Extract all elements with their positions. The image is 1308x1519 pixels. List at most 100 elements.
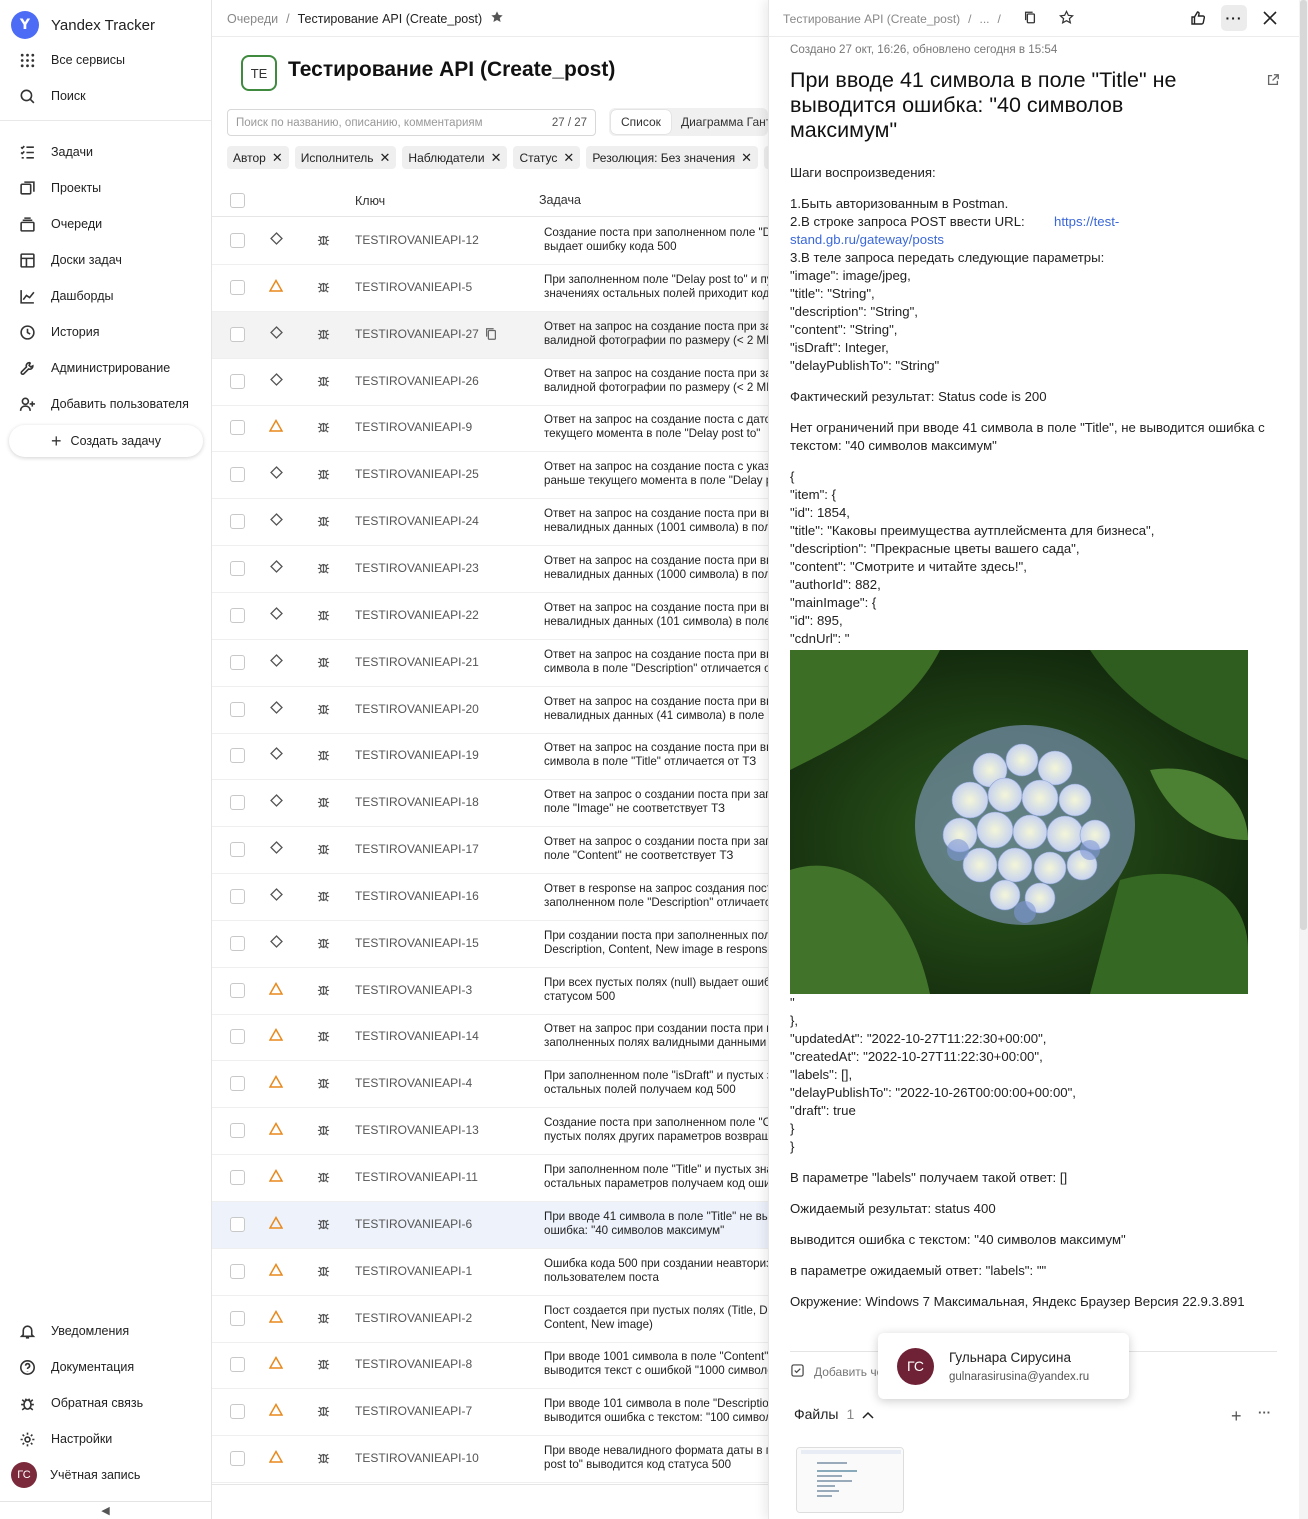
issue-summary[interactable]: При заполненном поле "Delay post to" и п… (544, 273, 768, 301)
issue-key[interactable]: TESTIROVANIEAPI-19 (355, 748, 479, 762)
row-checkbox[interactable] (230, 795, 245, 811)
row-checkbox[interactable] (230, 1123, 245, 1139)
issue-key[interactable]: TESTIROVANIEAPI-13 (355, 1123, 479, 1137)
issue-key[interactable]: TESTIROVANIEAPI-4 (355, 1076, 472, 1090)
issue-key[interactable]: TESTIROVANIEAPI-21 (355, 655, 479, 669)
issue-summary[interactable]: Ответ в response на запрос создания пост… (544, 882, 768, 910)
table-row[interactable]: TESTIROVANIEAPI-8 При вводе 1001 символа … (212, 1342, 768, 1390)
issue-key[interactable]: TESTIROVANIEAPI-1 (355, 1264, 472, 1278)
row-checkbox[interactable] (230, 560, 245, 576)
add-checklist-button[interactable]: Добавить че (791, 1364, 883, 1380)
issue-summary[interactable]: Пост создается при пустых полях (Title, … (544, 1304, 768, 1332)
issue-summary[interactable]: Ответ на запрос на создание поста при вв… (544, 601, 768, 629)
issue-summary[interactable]: Ответ на запрос о создании поста при за п… (544, 835, 768, 863)
table-row[interactable]: TESTIROVANIEAPI-17 Ответ на запрос о созд… (212, 827, 768, 875)
filter-assignee[interactable]: Исполнитель ✕ (294, 146, 397, 169)
row-checkbox[interactable] (230, 748, 245, 764)
table-row[interactable]: TESTIROVANIEAPI-5 При заполненном поле "D… (212, 265, 768, 312)
issue-summary[interactable]: Ответ на запрос при создании поста при в… (544, 1022, 768, 1050)
row-checkbox[interactable] (230, 1170, 245, 1185)
issue-summary[interactable]: Ответ на запрос на создание поста при вв… (544, 648, 768, 676)
issue-key[interactable]: TESTIROVANIEAPI-15 (355, 936, 479, 950)
row-checkbox[interactable] (230, 326, 245, 342)
user-email[interactable]: gulnarasirusina@yandex.ru (949, 1371, 1089, 1383)
sidebar-item-boards[interactable]: Доски задач (0, 242, 211, 278)
issue-key[interactable]: TESTIROVANIEAPI-22 (355, 608, 479, 622)
row-checkbox[interactable] (230, 982, 245, 998)
table-row[interactable]: TESTIROVANIEAPI-20 Ответ на запрос на соз… (212, 687, 768, 734)
table-row[interactable]: TESTIROVANIEAPI-23 Ответ на запрос на соз… (212, 546, 768, 593)
issue-key[interactable]: TESTIROVANIEAPI-18 (355, 795, 479, 809)
brand[interactable]: Y Yandex Tracker (11, 11, 155, 39)
sidebar-item-all-services[interactable]: Все сервисы (0, 42, 211, 78)
add-file-plus-icon[interactable]: + (1231, 1406, 1242, 1427)
collapse-sidebar-button[interactable]: ◀ (0, 1501, 211, 1519)
row-checkbox[interactable] (230, 1404, 245, 1420)
sidebar-item-queues[interactable]: Очереди (0, 206, 211, 242)
row-checkbox[interactable] (230, 607, 245, 623)
table-row[interactable]: TESTIROVANIEAPI-2 Пост создается при пуст… (212, 1296, 768, 1343)
copy-icon[interactable] (1023, 10, 1037, 28)
row-checkbox[interactable] (230, 279, 245, 295)
row-checkbox[interactable] (230, 888, 245, 904)
close-icon[interactable]: ✕ (741, 150, 752, 166)
row-checkbox[interactable] (230, 701, 245, 717)
issue-summary[interactable]: Ответ на запрос на создание поста при вв… (544, 695, 768, 723)
issue-key[interactable]: TESTIROVANIEAPI-12 (355, 233, 479, 247)
close-panel-button[interactable] (1257, 5, 1283, 31)
issue-key[interactable]: TESTIROVANIEAPI-6 (355, 1217, 472, 1231)
table-row[interactable]: TESTIROVANIEAPI-22 Ответ на запрос на соз… (212, 593, 768, 640)
issue-key[interactable]: TESTIROVANIEAPI-14 (355, 1029, 479, 1043)
close-icon[interactable]: ✕ (491, 150, 502, 166)
more-actions-button[interactable]: ··· (1221, 5, 1247, 31)
table-row[interactable]: TESTIROVANIEAPI-11 При заполненном поле "… (212, 1155, 768, 1202)
scrollbar-thumb[interactable] (1300, 0, 1307, 930)
files-section-toggle[interactable]: Файлы 1 (794, 1406, 874, 1422)
table-row[interactable]: TESTIROVANIEAPI-24 Ответ на запрос на соз… (212, 499, 768, 547)
table-row[interactable]: TESTIROVANIEAPI-19 Ответ на запрос на соз… (212, 733, 768, 781)
column-key[interactable]: Ключ (355, 194, 385, 208)
sidebar-item-add-user[interactable]: Добавить пользователя (0, 386, 211, 422)
issue-summary[interactable]: Ответ на запрос на создание поста при за… (544, 367, 768, 395)
sidebar-item-administration[interactable]: Администрирование (0, 350, 211, 386)
issue-key[interactable]: TESTIROVANIEAPI-7 (355, 1404, 472, 1418)
issue-summary[interactable]: При заполненном поле "Title" и пустых зн… (544, 1163, 768, 1191)
issue-key[interactable]: TESTIROVANIEAPI-8 (355, 1357, 472, 1371)
breadcrumb-current[interactable]: Тестирование API (Create_post) (298, 12, 483, 26)
sidebar-item-search[interactable]: Поиск (0, 78, 211, 114)
issue-key[interactable]: TESTIROVANIEAPI-24 (355, 514, 479, 528)
filter-resolution[interactable]: Резолюция: Без значения ✕ (586, 146, 759, 169)
issue-key[interactable]: TESTIROVANIEAPI-11 (355, 1170, 478, 1184)
sidebar-item-projects[interactable]: Проекты (0, 170, 211, 206)
like-button[interactable] (1185, 5, 1211, 31)
row-checkbox[interactable] (230, 1076, 245, 1092)
sidebar-item-dashboards[interactable]: Дашборды (0, 278, 211, 314)
hydrangea-image[interactable] (790, 650, 1248, 994)
issue-summary[interactable]: Создание поста при заполненном поле "Con… (544, 1116, 768, 1144)
panel-scrollbar[interactable] (1299, 0, 1308, 1519)
issue-summary[interactable]: Ответ на запрос о создании поста при за п… (544, 788, 768, 816)
sidebar-item-feedback[interactable]: Обратная связь (0, 1385, 211, 1421)
sidebar-item-settings[interactable]: Настройки (0, 1421, 211, 1457)
file-attachment-thumbnail[interactable] (796, 1447, 904, 1513)
tab-list[interactable]: Список (611, 110, 671, 134)
row-checkbox[interactable] (230, 420, 245, 436)
issue-summary[interactable]: Ответ на запрос на создание поста при вв… (544, 507, 768, 535)
issue-summary[interactable]: При вводе 1001 символа в поле "Content" … (544, 1350, 768, 1378)
close-icon[interactable]: ✕ (563, 150, 574, 166)
issue-key[interactable]: TESTIROVANIEAPI-10 (355, 1451, 479, 1465)
table-row[interactable]: TESTIROVANIEAPI-1 Ошибка кода 500 при соз… (212, 1249, 768, 1296)
search-input[interactable]: Поиск по названию, описанию, комментария… (227, 109, 596, 136)
table-row[interactable]: TESTIROVANIEAPI-13 Создание поста при зап… (212, 1108, 768, 1156)
row-checkbox[interactable] (230, 654, 245, 670)
issue-key[interactable]: TESTIROVANIEAPI-5 (355, 280, 472, 294)
issue-summary[interactable]: Создание поста при заполненном поле "Des… (544, 226, 768, 254)
row-checkbox[interactable] (230, 1263, 245, 1279)
table-row[interactable]: TESTIROVANIEAPI-14 Ответ на запрос при со… (212, 1014, 768, 1062)
issue-key[interactable]: TESTIROVANIEAPI-25 (355, 467, 479, 481)
table-row[interactable]: TESTIROVANIEAPI-15 При создании поста при… (212, 921, 768, 968)
close-icon[interactable]: ✕ (380, 150, 391, 166)
issue-summary[interactable]: Ответ на запрос на создание поста при вв… (544, 741, 768, 769)
breadcrumb-queues[interactable]: Очереди (227, 12, 278, 26)
table-row[interactable]: TESTIROVANIEAPI-3 При всех пустых полях (… (212, 968, 768, 1015)
